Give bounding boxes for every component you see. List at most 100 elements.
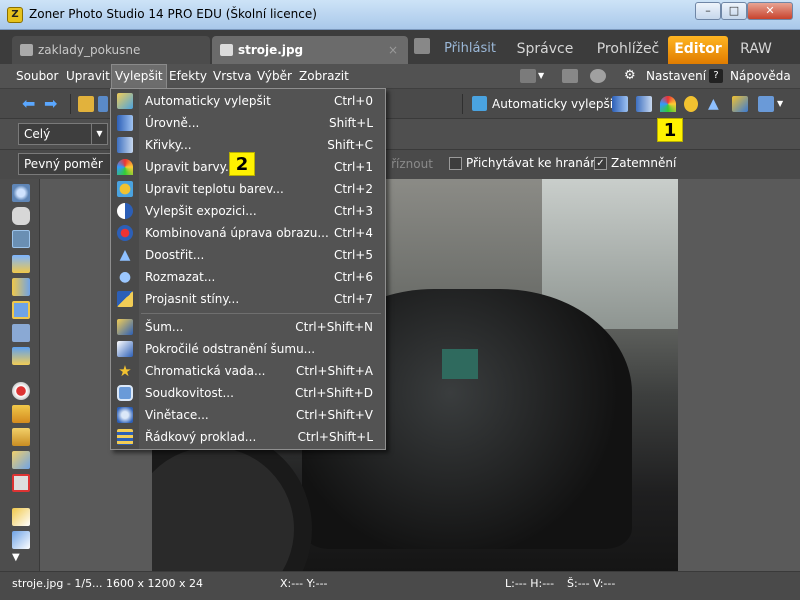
mode-tab-manager[interactable]: Správce: [512, 36, 578, 64]
auto-enhance-button[interactable]: Automaticky vylepšit: [472, 95, 618, 113]
menu-item-shortcut: Ctrl+4: [333, 226, 373, 240]
menu-item-label: Chromatická vada...: [145, 364, 266, 378]
status-file-info: stroje.jpg - 1/5... 1600 x 1200 x 24: [12, 577, 204, 590]
levels-icon[interactable]: [612, 96, 628, 112]
save-icon[interactable]: [98, 96, 108, 112]
vignette-icon: [117, 407, 133, 423]
frame-icon[interactable]: [12, 301, 30, 319]
menu-item-color-temperature[interactable]: Upravit teplotu barev... Ctrl+2: [111, 178, 385, 200]
back-arrow-icon[interactable]: ⬅: [22, 96, 38, 112]
help-button[interactable]: Nápověda: [730, 64, 791, 89]
status-sv: Š:--- V:---: [567, 577, 616, 590]
menu-item-shortcut: Ctrl+Shift+N: [295, 320, 373, 334]
brush-icon[interactable]: [12, 451, 30, 469]
menu-item-deinterlace[interactable]: Řádkový proklad... Ctrl+Shift+L: [111, 426, 385, 448]
menu-item-chromatic-aberration[interactable]: ★ Chromatická vada... Ctrl+Shift+A: [111, 360, 385, 382]
menu-vylepsit[interactable]: Vylepšit: [111, 64, 167, 89]
hand-icon[interactable]: [12, 207, 30, 225]
settings-button[interactable]: Nastavení: [646, 64, 706, 89]
pencil-icon[interactable]: [414, 38, 430, 54]
close-window-button[interactable]: ✕: [747, 2, 793, 20]
chevron-down-icon[interactable]: ▼: [538, 69, 548, 83]
close-tab-icon[interactable]: ×: [388, 36, 398, 64]
red-eye-icon[interactable]: [12, 382, 30, 400]
landscape-icon[interactable]: [12, 255, 30, 273]
menu-item-exposure[interactable]: Vylepšit expozici... Ctrl+3: [111, 200, 385, 222]
tab-label: stroje.jpg: [238, 43, 304, 57]
menu-item-label: Projasnit stíny...: [145, 292, 240, 306]
sharpen-icon[interactable]: ▲: [708, 96, 720, 112]
sharpen-icon: ▲: [119, 247, 131, 263]
menu-item-label: Soudkovitost...: [145, 386, 234, 400]
crop-tool-icon[interactable]: [12, 230, 30, 248]
status-lh: L:--- H:---: [505, 577, 555, 590]
ratio-combo-value: Pevný poměr: [24, 157, 103, 171]
chevron-down-icon[interactable]: ▼: [12, 552, 30, 564]
rainbow-icon[interactable]: [660, 96, 676, 112]
snap-edges-checkbox[interactable]: [449, 157, 462, 170]
info-icon[interactable]: [562, 69, 578, 83]
open-folder-icon[interactable]: [78, 96, 94, 112]
menu-item-noise[interactable]: Šum... Ctrl+Shift+N: [111, 316, 385, 338]
app-logo-icon: Z: [7, 7, 23, 23]
tab-zaklady-pokusne[interactable]: zaklady_pokusne: [12, 36, 210, 64]
mode-tab-editor[interactable]: Editor: [668, 36, 728, 64]
auto-enhance-label: Automaticky vylepšit: [492, 97, 618, 111]
menu-item-barrel-distortion[interactable]: Soudkovitost... Ctrl+Shift+D: [111, 382, 385, 404]
menu-item-shortcut: Shift+L: [328, 116, 373, 130]
more-tools-icon[interactable]: [758, 96, 774, 112]
healing-icon[interactable]: [12, 428, 30, 446]
menu-vyber[interactable]: Výběr: [254, 64, 295, 89]
menu-item-label: Úrovně...: [145, 116, 200, 130]
menu-upravit[interactable]: Upravit: [63, 64, 113, 89]
menu-efekty[interactable]: Efekty: [166, 64, 210, 89]
darken-label: Zatemnění: [611, 156, 677, 170]
tab-stroje-jpg[interactable]: stroje.jpg ×: [212, 36, 408, 64]
menu-item-blur[interactable]: ● Rozmazat... Ctrl+6: [111, 266, 385, 288]
menu-item-shortcut: Ctrl+5: [333, 248, 373, 262]
menu-item-advanced-denoise[interactable]: Pokročilé odstranění šumu...: [111, 338, 385, 360]
ratio-combo[interactable]: Pevný poměr: [18, 153, 112, 175]
crop-button[interactable]: říznout: [384, 153, 440, 175]
screen-icon[interactable]: [520, 69, 536, 83]
minimize-button[interactable]: –: [695, 2, 721, 20]
star-icon: ★: [118, 362, 132, 380]
menu-item-sharpen[interactable]: ▲ Doostřit... Ctrl+5: [111, 244, 385, 266]
menu-item-brighten-shadows[interactable]: Projasnit stíny... Ctrl+7: [111, 288, 385, 310]
stamp-icon[interactable]: [12, 405, 30, 423]
droplet-icon: ●: [118, 269, 132, 285]
folder-icon: [20, 44, 33, 56]
image-adjust-icon[interactable]: [732, 96, 748, 112]
mode-tab-browser[interactable]: Prohlížeč: [590, 36, 666, 64]
perspective-icon[interactable]: [12, 278, 30, 296]
callout-2: 2: [229, 152, 255, 176]
menu-item-levels[interactable]: Úrovně... Shift+L: [111, 112, 385, 134]
darken-checkbox[interactable]: ✓: [594, 157, 607, 170]
status-bar: stroje.jpg - 1/5... 1600 x 1200 x 24 X:-…: [0, 571, 800, 600]
callout-1: 1: [657, 118, 683, 142]
menu-zobrazit[interactable]: Zobrazit: [296, 64, 352, 89]
horizon-icon[interactable]: [12, 347, 30, 365]
selection-combo[interactable]: Celý ▼: [18, 123, 108, 145]
first-aid-icon[interactable]: [12, 474, 30, 492]
resize-icon[interactable]: [12, 324, 30, 342]
menu-item-label: Vinětace...: [145, 408, 209, 422]
menu-vrstva[interactable]: Vrstva: [210, 64, 255, 89]
globe-icon[interactable]: [590, 69, 606, 83]
menu-item-label: Rozmazat...: [145, 270, 216, 284]
forward-arrow-icon[interactable]: ➡: [44, 96, 60, 112]
menu-item-vignette[interactable]: Vinětace... Ctrl+Shift+V: [111, 404, 385, 426]
pencil-icon[interactable]: [12, 508, 30, 526]
menu-item-auto-enhance[interactable]: Automaticky vylepšit Ctrl+0: [111, 90, 385, 112]
maximize-button[interactable]: □: [721, 2, 747, 20]
menu-item-combined-adjust[interactable]: Kombinovaná úprava obrazu... Ctrl+4: [111, 222, 385, 244]
menu-item-shortcut: Ctrl+Shift+L: [297, 430, 373, 444]
mode-tab-raw[interactable]: RAW: [732, 36, 780, 64]
login-link[interactable]: Přihlásit: [440, 36, 500, 64]
menu-soubor[interactable]: Soubor: [13, 64, 61, 89]
curves-icon[interactable]: [636, 96, 652, 112]
temperature-icon[interactable]: [684, 96, 698, 112]
chevron-down-icon[interactable]: ▼: [777, 96, 787, 112]
zoom-icon[interactable]: [12, 184, 30, 202]
fill-icon[interactable]: [12, 531, 30, 549]
